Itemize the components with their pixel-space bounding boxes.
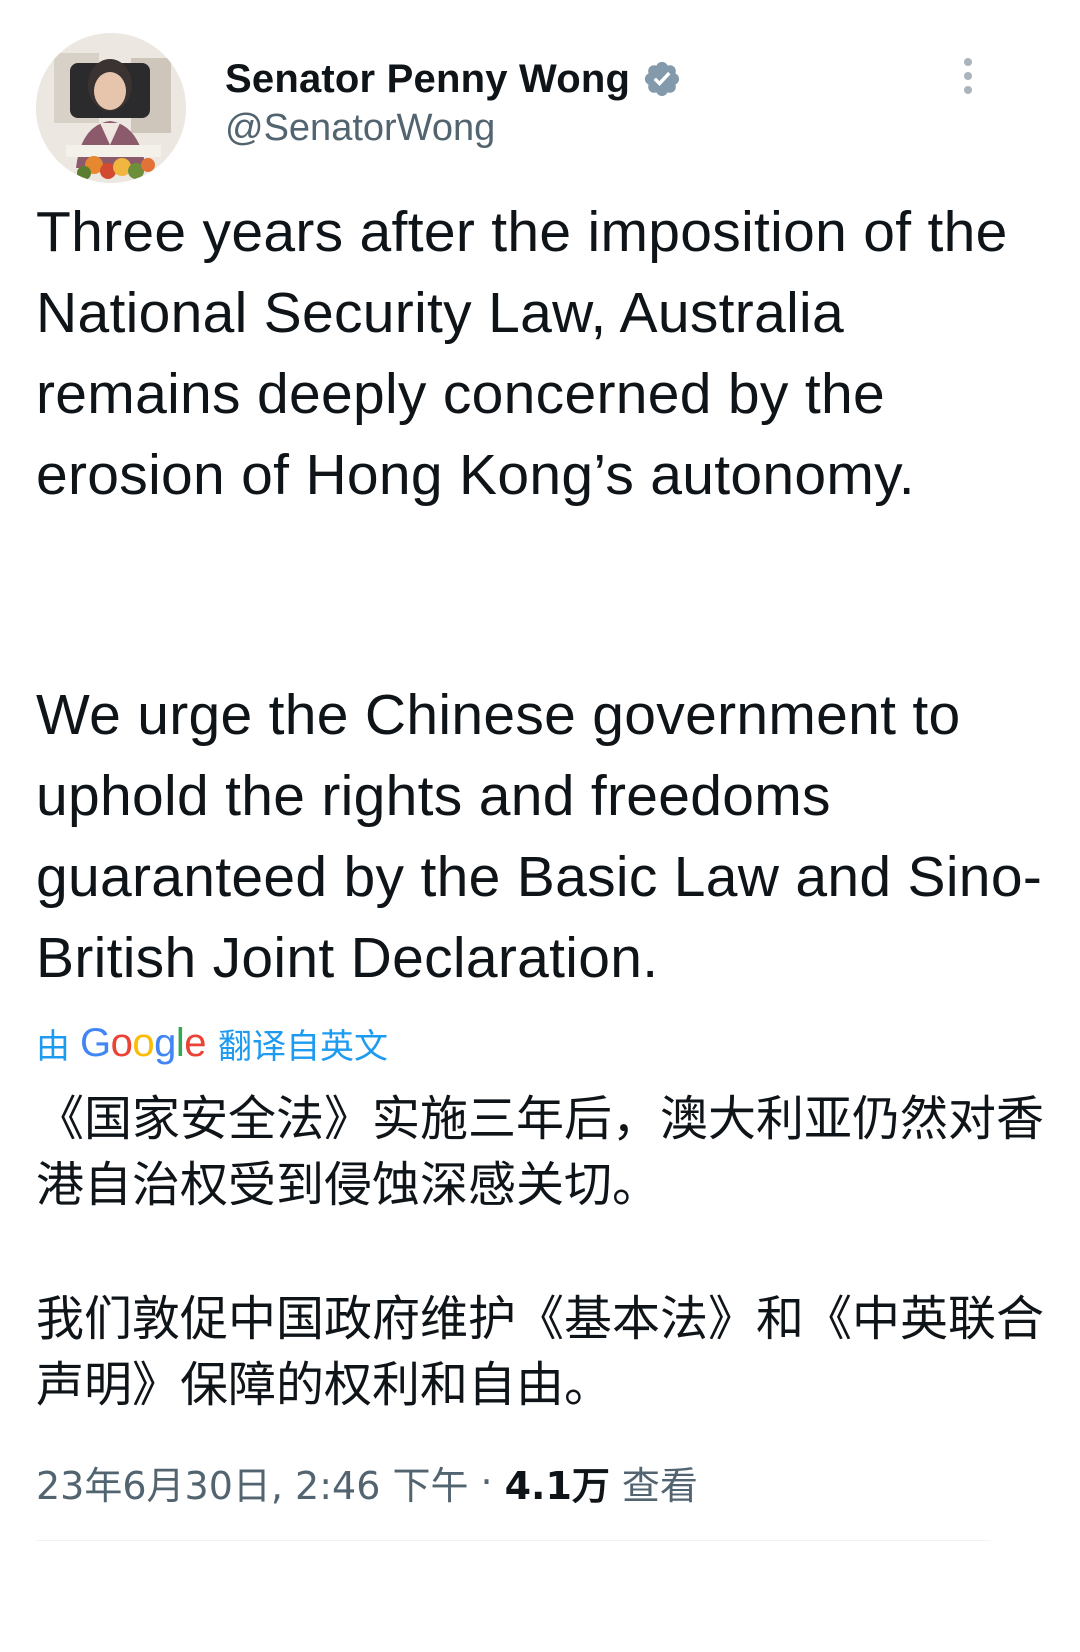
verified-badge-icon[interactable]	[642, 59, 682, 99]
divider	[36, 1540, 991, 1541]
tweet-timestamp[interactable]: 23年6月30日, 2:46 下午	[36, 1455, 468, 1510]
display-name[interactable]: Senator Penny Wong	[225, 57, 630, 102]
tweet-text-paragraph: We urge the Chinese government to uphold…	[36, 683, 1043, 990]
translation-attribution[interactable]: 由 Google 翻译自英文	[36, 1018, 388, 1068]
views-label: 查看	[621, 1463, 698, 1508]
tweet-text-paragraph: Three years after the imposition of the …	[36, 200, 1024, 507]
translation-prefix: 由	[36, 1026, 70, 1067]
author-handle[interactable]: @SenatorWong	[225, 107, 495, 150]
tweet-meta: 23年6月30日, 2:46 下午 · 4.1万 查看	[36, 1452, 698, 1512]
translated-text-paragraph: 《国家安全法》实施三年后，澳大利亚仍然对香港自治权受到侵蚀深感关切。	[36, 1091, 1045, 1213]
google-logo: Google	[80, 1020, 207, 1065]
meta-separator: ·	[480, 1460, 493, 1504]
views-count[interactable]: 4.1万	[505, 1455, 610, 1510]
more-vertical-icon[interactable]	[955, 55, 981, 97]
translation-suffix: 翻译自英文	[218, 1026, 389, 1067]
translated-text-paragraph: 我们敦促中国政府维护《基本法》和《中英联合声明》保障的权利和自由。	[36, 1291, 1045, 1413]
avatar[interactable]	[36, 33, 186, 183]
author-name-row[interactable]: Senator Penny Wong	[225, 55, 682, 103]
tweet-card: Senator Penny Wong @SenatorWong Three ye…	[0, 0, 1080, 1652]
